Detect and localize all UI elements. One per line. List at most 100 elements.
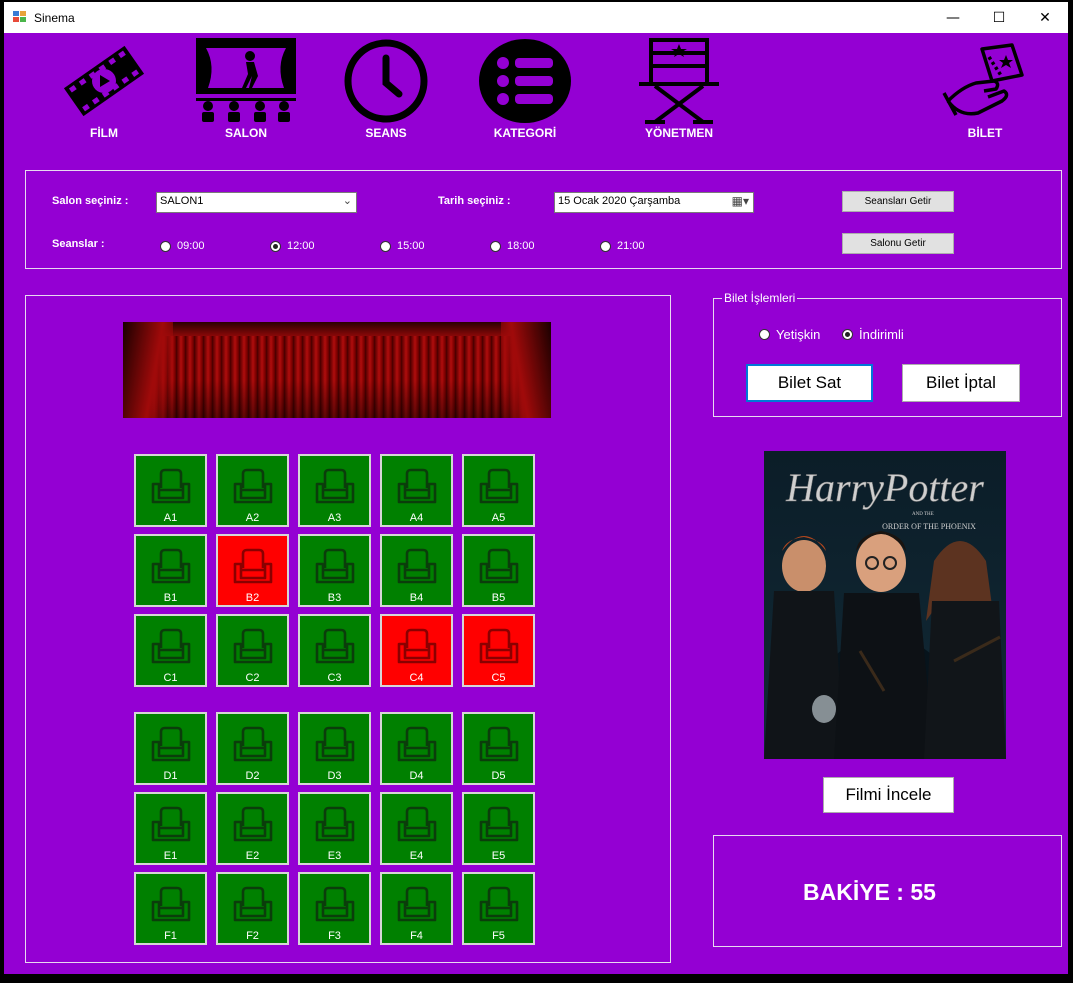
seat-b5[interactable]: B5 [462, 534, 535, 607]
seat-b3[interactable]: B3 [298, 534, 371, 607]
seat-c5[interactable]: C5 [462, 614, 535, 687]
seat-label: C4 [409, 672, 424, 684]
film-reel-icon [63, 45, 145, 117]
date-picker[interactable]: 15 Ocak 2020 Çarşamba ▦▾ [554, 192, 754, 213]
close-button[interactable]: ✕ [1022, 2, 1068, 33]
seans-radio-label: 21:00 [617, 240, 645, 252]
cancel-ticket-button[interactable]: Bilet İptal [902, 364, 1020, 402]
seat-d2[interactable]: D2 [216, 712, 289, 785]
seat-e5[interactable]: E5 [462, 792, 535, 865]
hall-panel: A1 A2 A3 A4 A5 B1 B2 B3 B4 B5 C1 C2 C3 C4 C5 D1 D2 D3 D4 D5… [25, 295, 671, 963]
nav-salon-label: SALON [225, 126, 267, 140]
seat-chair-icon [397, 806, 436, 842]
seat-label: C1 [163, 672, 178, 684]
seat-label: A1 [163, 512, 178, 524]
seat-d4[interactable]: D4 [380, 712, 453, 785]
balance-text: BAKİYE : 55 [803, 879, 936, 905]
seans-radio-label: 12:00 [287, 240, 315, 252]
seans-radio-0900[interactable]: 09:00 [160, 240, 205, 252]
seans-radio-2100[interactable]: 21:00 [600, 240, 645, 252]
seat-chair-icon [315, 886, 354, 922]
ticket-type-discount[interactable]: İndirimli [842, 327, 904, 342]
seat-f4[interactable]: F4 [380, 872, 453, 945]
seat-label: E2 [245, 850, 260, 862]
seat-b4[interactable]: B4 [380, 534, 453, 607]
ticket-hand-icon [942, 43, 1024, 116]
seat-c2[interactable]: C2 [216, 614, 289, 687]
seat-e2[interactable]: E2 [216, 792, 289, 865]
get-sessions-button[interactable]: Seansları Getir [842, 191, 954, 212]
seat-f3[interactable]: F3 [298, 872, 371, 945]
radio-dot [160, 240, 171, 252]
seans-radio-1200[interactable]: 12:00 [270, 240, 315, 252]
seat-d3[interactable]: D3 [298, 712, 371, 785]
nav-kategori[interactable]: KATEGORİ [465, 33, 585, 143]
seat-label: F1 [164, 930, 177, 942]
date-picker-value: 15 Ocak 2020 Çarşamba [558, 195, 681, 207]
radio-dot [490, 240, 501, 252]
inspect-movie-button[interactable]: Filmi İncele [823, 777, 954, 813]
seat-d1[interactable]: D1 [134, 712, 207, 785]
seat-a5[interactable]: A5 [462, 454, 535, 527]
seat-e3[interactable]: E3 [298, 792, 371, 865]
salon-select[interactable]: SALON1 ⌄ [156, 192, 357, 213]
seat-label: F3 [328, 930, 341, 942]
radio-dot-selected [842, 329, 853, 340]
seat-chair-icon [315, 468, 354, 504]
stage-curtain-image [123, 322, 551, 418]
seat-chair-icon [151, 628, 190, 664]
maximize-button[interactable]: ☐ [976, 2, 1022, 33]
salon-select-value: SALON1 [160, 195, 204, 207]
seat-chair-icon [233, 806, 272, 842]
seat-c3[interactable]: C3 [298, 614, 371, 687]
seat-b2[interactable]: B2 [216, 534, 289, 607]
seat-chair-icon [151, 726, 190, 762]
seat-chair-icon [233, 886, 272, 922]
seat-f2[interactable]: F2 [216, 872, 289, 945]
nav-seans[interactable]: SEANS [326, 33, 446, 143]
ticket-panel: Bilet İşlemleri Yetişkin İndirimli Bilet… [713, 291, 1062, 417]
seat-a4[interactable]: A4 [380, 454, 453, 527]
seat-b1[interactable]: B1 [134, 534, 207, 607]
get-hall-button[interactable]: Salonu Getir [842, 233, 954, 254]
seat-label: B1 [163, 592, 178, 604]
seat-a3[interactable]: A3 [298, 454, 371, 527]
seat-a1[interactable]: A1 [134, 454, 207, 527]
nav-yonetmen[interactable]: YÖNETMEN [619, 33, 739, 143]
poster-subtitle-small: AND THE [912, 512, 934, 517]
seans-radio-1500[interactable]: 15:00 [380, 240, 425, 252]
seat-chair-icon [397, 886, 436, 922]
seat-c1[interactable]: C1 [134, 614, 207, 687]
seat-label: A3 [327, 512, 342, 524]
seat-label: C3 [327, 672, 342, 684]
window-title: Sinema [34, 11, 75, 25]
seat-f1[interactable]: F1 [134, 872, 207, 945]
nav-film[interactable]: FİLM [44, 33, 164, 143]
filter-panel: Salon seçiniz : SALON1 ⌄ Tarih seçiniz :… [25, 170, 1062, 269]
salon-label: Salon seçiniz : [52, 195, 129, 207]
seat-e1[interactable]: E1 [134, 792, 207, 865]
chevron-down-icon: ⌄ [342, 194, 352, 207]
seat-label: B5 [491, 592, 506, 604]
seat-d5[interactable]: D5 [462, 712, 535, 785]
seat-e4[interactable]: E4 [380, 792, 453, 865]
radio-dot [759, 329, 770, 340]
nav-kategori-label: KATEGORİ [493, 126, 557, 140]
seat-label: B3 [327, 592, 342, 604]
seat-a2[interactable]: A2 [216, 454, 289, 527]
nav-seans-label: SEANS [365, 126, 407, 140]
seat-c4[interactable]: C4 [380, 614, 453, 687]
seat-f5[interactable]: F5 [462, 872, 535, 945]
ticket-type-adult[interactable]: Yetişkin [759, 327, 820, 342]
nav-salon[interactable]: SALON [186, 33, 306, 143]
nav-bilet[interactable]: BİLET [925, 33, 1045, 143]
sell-ticket-button[interactable]: Bilet Sat [746, 364, 873, 402]
radio-dot [600, 240, 611, 252]
seans-radio-label: 18:00 [507, 240, 535, 252]
seat-label: F5 [492, 930, 505, 942]
minimize-button[interactable]: — [930, 2, 976, 33]
seat-label: B2 [245, 592, 260, 604]
seans-radio-1800[interactable]: 18:00 [490, 240, 535, 252]
stage-audience-icon [196, 38, 296, 122]
seat-label: F4 [410, 930, 423, 942]
